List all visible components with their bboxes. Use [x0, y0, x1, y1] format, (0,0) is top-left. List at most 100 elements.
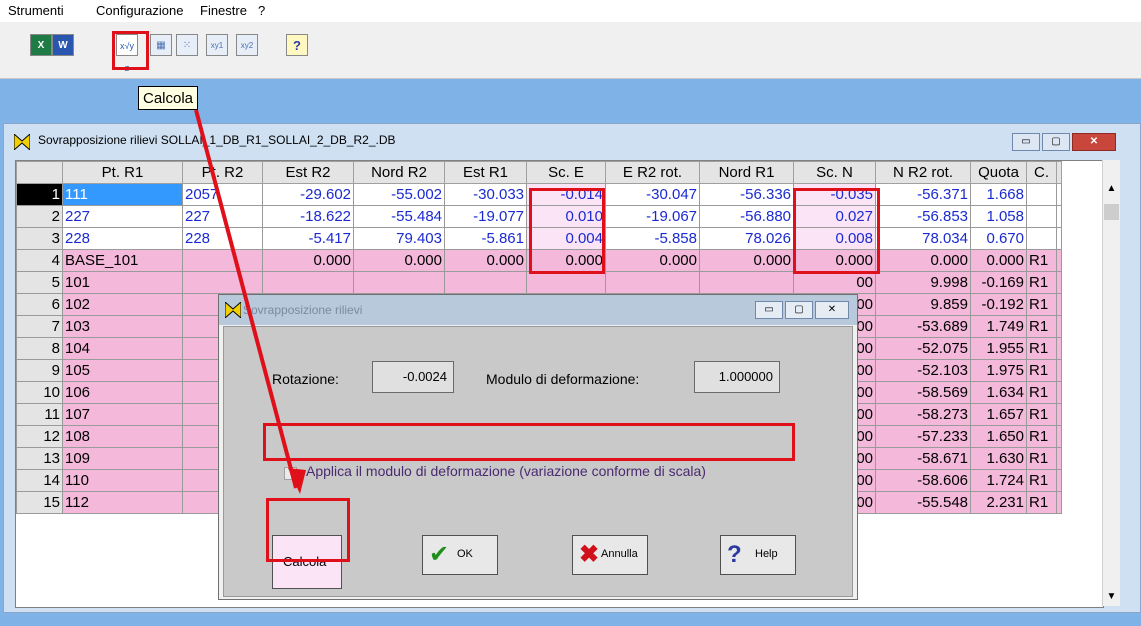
- table-cell[interactable]: -52.075: [875, 337, 971, 360]
- table-cell[interactable]: -53.689: [875, 315, 971, 338]
- table-cell[interactable]: -58.273: [875, 403, 971, 426]
- column-header[interactable]: Sc. N: [793, 161, 876, 184]
- table-cell[interactable]: -0.192: [970, 293, 1027, 316]
- table-cell[interactable]: 78.026: [699, 227, 794, 250]
- table-cell[interactable]: -55.548: [875, 491, 971, 514]
- table-cell[interactable]: 0.000: [353, 249, 445, 272]
- applica-modulo-label[interactable]: Applica il modulo di deformazione (varia…: [306, 463, 706, 479]
- table-cell[interactable]: -55.002: [353, 183, 445, 206]
- column-header[interactable]: Nord R1: [699, 161, 794, 184]
- row-number[interactable]: 5: [16, 271, 63, 294]
- table-cell[interactable]: -5.861: [444, 227, 527, 250]
- table-cell[interactable]: 0.000: [793, 249, 876, 272]
- row-number[interactable]: 12: [16, 425, 63, 448]
- table-cell[interactable]: 0.000: [970, 249, 1027, 272]
- table-cell[interactable]: -57.233: [875, 425, 971, 448]
- table-cell[interactable]: 227: [62, 205, 183, 228]
- column-header[interactable]: E R2 rot.: [605, 161, 700, 184]
- table-cell[interactable]: R1: [1026, 315, 1057, 338]
- table-cell[interactable]: R1: [1026, 403, 1057, 426]
- window-minimize-button[interactable]: ▭: [1012, 133, 1040, 151]
- word-export-button[interactable]: W: [52, 34, 74, 56]
- table-cell[interactable]: 1.668: [970, 183, 1027, 206]
- table-cell[interactable]: -19.077: [444, 205, 527, 228]
- table-cell[interactable]: 79.403: [353, 227, 445, 250]
- table-cell[interactable]: -19.067: [605, 205, 700, 228]
- table-row[interactable]: 5 101 00 9.998 -0.169 R1: [16, 271, 1062, 294]
- table-cell[interactable]: 1.955: [970, 337, 1027, 360]
- row-number[interactable]: 10: [16, 381, 63, 404]
- table-cell[interactable]: 0.670: [970, 227, 1027, 250]
- row-number[interactable]: 11: [16, 403, 63, 426]
- table-cell[interactable]: [262, 271, 354, 294]
- table-cell[interactable]: 0.008: [793, 227, 876, 250]
- vertical-scrollbar[interactable]: ▲ ▼: [1102, 160, 1120, 606]
- table-cell[interactable]: 109: [62, 447, 183, 470]
- scroll-thumb[interactable]: [1104, 204, 1119, 220]
- table-cell[interactable]: [444, 271, 527, 294]
- table-cell[interactable]: [353, 271, 445, 294]
- table-cell[interactable]: 1.724: [970, 469, 1027, 492]
- table-cell[interactable]: -0.035: [793, 183, 876, 206]
- column-header[interactable]: Est R1: [444, 161, 527, 184]
- table-cell[interactable]: 0.004: [526, 227, 606, 250]
- table-cell[interactable]: 0.000: [526, 249, 606, 272]
- table-row[interactable]: 4 BASE_101 0.000 0.000 0.000 0.000 0.000 0.000 0…: [16, 249, 1062, 272]
- window-maximize-button[interactable]: ▢: [1042, 133, 1070, 151]
- table-cell[interactable]: -18.622: [262, 205, 354, 228]
- table-cell[interactable]: R1: [1026, 425, 1057, 448]
- table-cell[interactable]: 1.657: [970, 403, 1027, 426]
- row-number[interactable]: 13: [16, 447, 63, 470]
- calcola-button[interactable]: Calcola: [272, 535, 342, 589]
- table-cell[interactable]: -56.336: [699, 183, 794, 206]
- menu-strumenti[interactable]: Strumenti: [8, 3, 64, 18]
- menu-configurazione[interactable]: Configurazione: [96, 3, 183, 18]
- table-cell[interactable]: -30.033: [444, 183, 527, 206]
- table-cell[interactable]: R1: [1026, 271, 1057, 294]
- table-cell[interactable]: R1: [1026, 491, 1057, 514]
- table-cell[interactable]: R1: [1026, 249, 1057, 272]
- table-cell[interactable]: R1: [1026, 381, 1057, 404]
- table-cell[interactable]: 9.859: [875, 293, 971, 316]
- dialog-maximize-button[interactable]: ▢: [785, 301, 813, 319]
- table-cell[interactable]: -5.858: [605, 227, 700, 250]
- help-toolbar-button[interactable]: ?: [286, 34, 308, 56]
- table-cell[interactable]: 0.000: [875, 249, 971, 272]
- table-cell[interactable]: -5.417: [262, 227, 354, 250]
- table-cell[interactable]: -58.606: [875, 469, 971, 492]
- column-header[interactable]: Pt. R2: [182, 161, 263, 184]
- table-cell[interactable]: 00: [793, 271, 876, 294]
- table-cell[interactable]: 0.000: [699, 249, 794, 272]
- annulla-button[interactable]: ✖ Annulla: [572, 535, 648, 575]
- table-cell[interactable]: -0.169: [970, 271, 1027, 294]
- table-cell[interactable]: BASE_101: [62, 249, 183, 272]
- table-cell[interactable]: [1026, 227, 1057, 250]
- table-cell[interactable]: 108: [62, 425, 183, 448]
- row-number[interactable]: 6: [16, 293, 63, 316]
- row-number[interactable]: 1: [16, 183, 63, 206]
- table-row[interactable]: 1 111 2057 -29.602 -55.002 -30.033 -0.014 -30.0…: [16, 183, 1062, 206]
- table-cell[interactable]: R1: [1026, 293, 1057, 316]
- table-cell[interactable]: R1: [1026, 337, 1057, 360]
- table-cell[interactable]: -58.569: [875, 381, 971, 404]
- table-cell[interactable]: 228: [182, 227, 263, 250]
- menu-finestre[interactable]: Finestre: [200, 3, 247, 18]
- table-cell[interactable]: [605, 271, 700, 294]
- table-cell[interactable]: -56.880: [699, 205, 794, 228]
- column-header[interactable]: Quota: [970, 161, 1027, 184]
- table-cell[interactable]: 1.634: [970, 381, 1027, 404]
- table-cell[interactable]: 227: [182, 205, 263, 228]
- table-cell[interactable]: 105: [62, 359, 183, 382]
- table-cell[interactable]: 101: [62, 271, 183, 294]
- ok-button[interactable]: ✔ OK: [422, 535, 498, 575]
- xy2-toolbar-button[interactable]: xy2: [236, 34, 258, 56]
- column-header[interactable]: N R2 rot.: [875, 161, 971, 184]
- table-cell[interactable]: 102: [62, 293, 183, 316]
- grid-toolbar-button[interactable]: ▦: [150, 34, 172, 56]
- table-cell[interactable]: 0.010: [526, 205, 606, 228]
- row-number[interactable]: 9: [16, 359, 63, 382]
- table-cell[interactable]: R1: [1026, 469, 1057, 492]
- table-cell[interactable]: 1.650: [970, 425, 1027, 448]
- table-cell[interactable]: 228: [62, 227, 183, 250]
- dialog-close-button[interactable]: ✕: [815, 301, 849, 319]
